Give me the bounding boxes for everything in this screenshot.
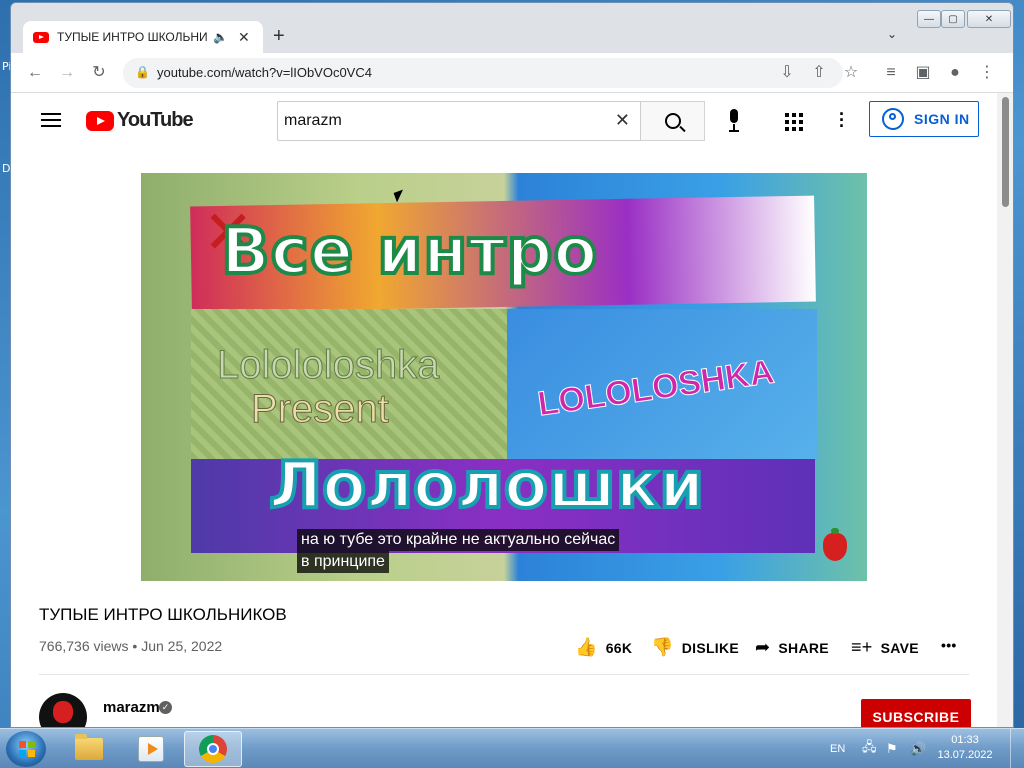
hamburger-menu-icon[interactable]: [41, 113, 61, 127]
youtube-logo-text: YouTube: [117, 109, 194, 131]
address-bar[interactable]: 🔒 youtube.com/watch?v=lIObVOc0VC4: [123, 58, 843, 88]
save-button[interactable]: ≡+ SAVE: [851, 637, 919, 658]
scrollbar-thumb[interactable]: [1002, 97, 1009, 207]
voice-search-mic-icon[interactable]: [725, 109, 743, 133]
window-minimize-button[interactable]: —: [917, 10, 941, 28]
tab-title: ТУПЫЕ ИНТРО ШКОЛЬНИКОВ: [57, 30, 207, 44]
network-tray-icon[interactable]: 🖧: [862, 729, 877, 768]
back-arrow-icon[interactable]: ←: [25, 63, 45, 83]
taskbar-clock[interactable]: 01:33 13.07.2022: [930, 733, 1000, 763]
playlist-add-icon: ≡+: [851, 637, 873, 657]
thumbs-up-icon: 👍: [575, 637, 598, 657]
youtube-favicon-icon: [33, 31, 49, 43]
divider: [39, 674, 969, 675]
volume-tray-icon[interactable]: 🔊: [910, 729, 926, 768]
profile-avatar-icon[interactable]: ●: [945, 63, 965, 83]
channel-watermark-pepper-icon[interactable]: [823, 528, 847, 561]
language-indicator[interactable]: EN: [830, 729, 845, 768]
meta-separator: •: [132, 638, 142, 654]
upload-date: Jun 25, 2022: [141, 638, 223, 654]
video-caption-line: на ю тубе это крайне не актуально сейчас: [297, 529, 620, 551]
like-button[interactable]: 👍 66K: [575, 637, 632, 658]
search-icon: [664, 113, 681, 129]
channel-avatar[interactable]: [39, 693, 87, 727]
tab-close-icon[interactable]: ✕: [238, 29, 250, 46]
view-count: 766,736 views: [39, 638, 129, 654]
clear-search-icon[interactable]: ✕: [615, 110, 630, 131]
url-text[interactable]: youtube.com/watch?v=lIObVOc0VC4: [157, 65, 372, 80]
window-close-button[interactable]: ✕: [967, 10, 1011, 28]
subscribe-label: SUBSCRIBE: [872, 709, 960, 725]
lock-icon[interactable]: 🔒: [135, 65, 150, 79]
dislike-label: DISLIKE: [681, 639, 740, 656]
show-desktop-button[interactable]: [1010, 729, 1024, 768]
thumbs-down-icon: 👎: [651, 637, 674, 657]
taskbar-chrome-button[interactable]: [184, 731, 242, 767]
tab-audio-icon[interactable]: 🔈: [213, 30, 228, 44]
subscribe-button[interactable]: SUBSCRIBE: [861, 699, 971, 727]
taskbar-explorer-button[interactable]: [60, 731, 118, 767]
account-circle-icon: [882, 108, 904, 130]
share-page-icon[interactable]: ⇧: [809, 63, 829, 83]
youtube-watch-page: YouTube ✕ ··· SIGN IN ✕ Вс: [11, 93, 997, 727]
side-panel-icon[interactable]: ▣: [913, 63, 933, 83]
search-input[interactable]: [284, 110, 584, 132]
more-actions-button[interactable]: •••: [941, 637, 957, 653]
forward-arrow-icon[interactable]: →: [57, 63, 77, 83]
folder-icon: [75, 734, 103, 760]
like-count: 66K: [605, 639, 633, 656]
sign-in-label: SIGN IN: [914, 111, 970, 127]
youtube-play-logo-icon: [86, 110, 114, 131]
thumbnail-left-text-1: Lolololoshka: [216, 343, 440, 388]
share-label: SHARE: [778, 639, 829, 656]
thumbnail-title-line2: Лололошки: [267, 447, 706, 525]
video-player[interactable]: ✕ Все интро Lolololoshka Present LOLOLOS…: [141, 173, 867, 581]
browser-toolbar: ← → ↻ 🔒 youtube.com/watch?v=lIObVOc0VC4 …: [11, 53, 1013, 93]
media-player-icon: [138, 736, 164, 762]
thumbnail-left-text-2: Present: [251, 387, 390, 432]
window-maximize-button[interactable]: ▢: [941, 10, 965, 28]
browser-menu-icon[interactable]: ⋮: [977, 63, 997, 83]
bookmark-star-icon[interactable]: ☆: [841, 63, 861, 83]
reload-icon[interactable]: ↻: [89, 63, 109, 83]
chrome-icon: [199, 735, 227, 763]
thumbnail-title-line1: Все интро: [219, 213, 599, 291]
browser-tab-active[interactable]: ТУПЫЕ ИНТРО ШКОЛЬНИКОВ 🔈 ✕: [23, 21, 263, 53]
windows-logo-icon: [19, 741, 35, 757]
windows-taskbar: EN 🖧 ⚑ 🔊 01:33 13.07.2022: [0, 728, 1024, 768]
clock-date: 13.07.2022: [937, 749, 993, 761]
sign-in-button[interactable]: SIGN IN: [869, 101, 979, 137]
install-app-icon[interactable]: ⇩: [777, 63, 797, 83]
more-horizontal-icon: •••: [941, 637, 957, 653]
page-scrollbar[interactable]: [997, 93, 1013, 727]
new-tab-button[interactable]: +: [273, 25, 285, 47]
taskbar-media-player-button[interactable]: [122, 731, 180, 767]
browser-window: ТУПЫЕ ИНТРО ШКОЛЬНИКОВ 🔈 ✕ + ⌄ — ▢ ✕ ← →…: [10, 2, 1014, 728]
video-caption-line: в принципе: [297, 551, 389, 573]
youtube-logo[interactable]: YouTube: [86, 109, 194, 132]
video-title: ТУПЫЕ ИНТРО ШКОЛЬНИКОВ: [39, 605, 287, 624]
settings-more-icon[interactable]: · · ·: [839, 105, 845, 135]
video-meta: 766,736 views • Jun 25, 2022: [39, 638, 222, 654]
search-box: ✕: [277, 101, 641, 141]
share-arrow-icon: ➦: [755, 637, 771, 657]
channel-name[interactable]: marazm: [103, 699, 160, 716]
media-control-icon[interactable]: ≡: [881, 63, 901, 83]
share-button[interactable]: ➦ SHARE: [755, 637, 829, 658]
start-button[interactable]: [6, 731, 46, 767]
save-label: SAVE: [880, 639, 919, 656]
tab-strip: ТУПЫЕ ИНТРО ШКОЛЬНИКОВ 🔈 ✕ + ⌄ — ▢ ✕: [11, 3, 1013, 53]
clock-time: 01:33: [951, 734, 979, 746]
tab-search-chevron-icon[interactable]: ⌄: [887, 27, 897, 41]
apps-grid-icon[interactable]: [785, 113, 803, 131]
verified-badge-icon: ✓: [159, 701, 172, 714]
action-center-tray-icon[interactable]: ⚑: [886, 729, 898, 768]
search-button[interactable]: [641, 101, 705, 141]
youtube-masthead: YouTube ✕ ··· SIGN IN: [11, 93, 997, 149]
dislike-button[interactable]: 👎 DISLIKE: [651, 637, 739, 658]
